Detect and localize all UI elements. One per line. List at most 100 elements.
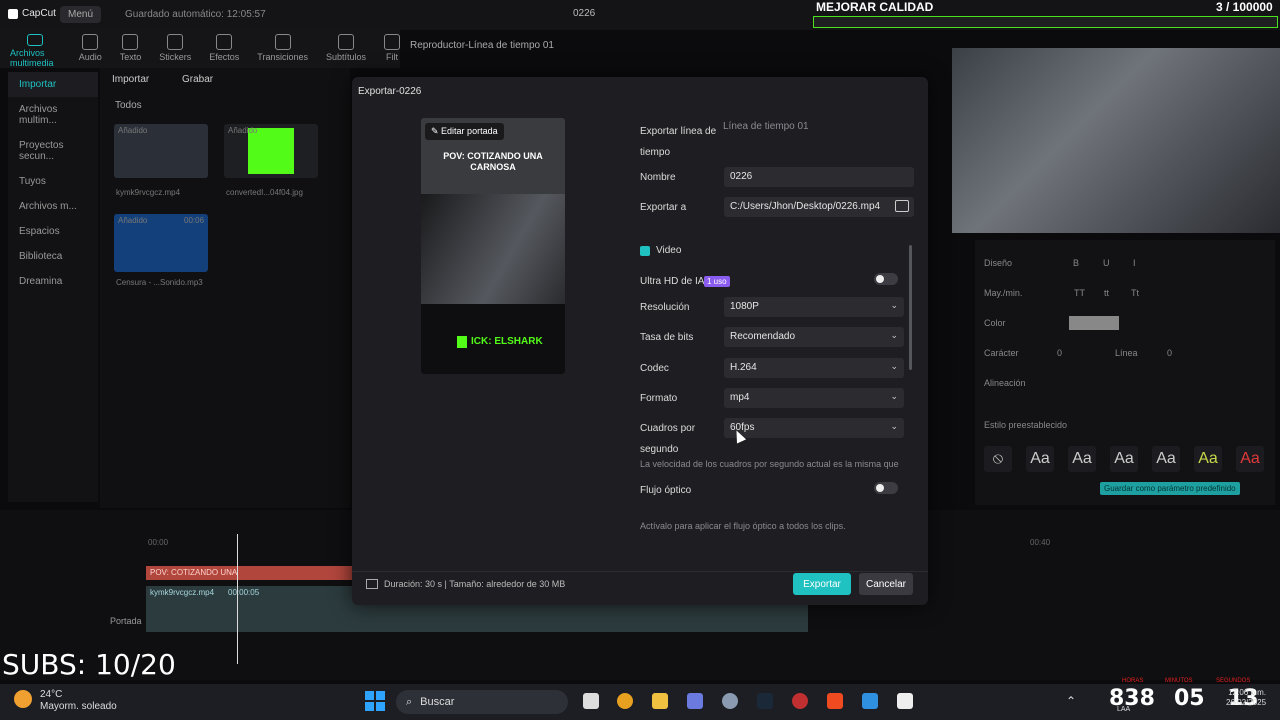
app-red-icon[interactable] xyxy=(792,693,808,709)
export-to-label: Exportar a xyxy=(640,202,687,213)
sidebar-item-subprojects[interactable]: Proyectos secun... xyxy=(8,133,98,169)
sidebar-item-spaces[interactable]: Espacios xyxy=(8,219,98,244)
name-label: Nombre xyxy=(640,172,676,183)
preset-style-2[interactable]: Aa xyxy=(1068,446,1096,472)
export-path-input[interactable]: C:/Users/Jhon/Desktop/0226.mp4 xyxy=(724,197,914,217)
case-title[interactable]: Tt xyxy=(1131,288,1139,298)
chevron-down-icon: ⌄ xyxy=(890,330,898,340)
photos-icon[interactable] xyxy=(862,693,878,709)
steam-icon[interactable] xyxy=(757,693,773,709)
preset-style-4[interactable]: Aa xyxy=(1152,446,1180,472)
chevron-down-icon: ⌄ xyxy=(890,361,898,371)
sidebar-item-library[interactable]: Biblioteca xyxy=(8,244,98,269)
stream-goal-title: MEJORAR CALIDAD xyxy=(816,0,934,14)
video-checkbox[interactable] xyxy=(640,246,650,256)
record-button[interactable]: Grabar xyxy=(182,74,213,85)
ultra-hd-label: Ultra HD de IA xyxy=(640,276,705,287)
cancel-button[interactable]: Cancelar xyxy=(859,573,913,595)
import-button[interactable]: Importar xyxy=(112,74,149,85)
tool-text[interactable]: Texto xyxy=(120,30,141,68)
weather-sun-icon[interactable] xyxy=(14,690,32,708)
folder-icon[interactable] xyxy=(895,200,909,212)
fps-label: Cuadros por xyxy=(640,423,696,434)
preset-style-1[interactable]: Aa xyxy=(1026,446,1054,472)
italic-button[interactable]: I xyxy=(1133,258,1136,268)
bitrate-select[interactable]: Recomendado ⌄ xyxy=(724,327,904,347)
tool-audio[interactable]: Audio xyxy=(79,30,102,68)
ultra-hd-toggle[interactable] xyxy=(874,273,898,285)
chevron-down-icon: ⌄ xyxy=(890,421,898,431)
optical-flow-toggle[interactable] xyxy=(874,482,898,494)
format-select[interactable]: mp4 ⌄ xyxy=(724,388,904,408)
effects-icon xyxy=(216,34,233,50)
tool-media[interactable]: Archivos multimedia xyxy=(10,30,61,68)
case-upper[interactable]: TT xyxy=(1074,288,1085,298)
tool-transitions[interactable]: Transiciones xyxy=(257,30,308,68)
task-view-icon[interactable] xyxy=(583,693,599,709)
file-explorer-icon[interactable] xyxy=(652,693,668,709)
capcut-taskbar-icon[interactable] xyxy=(897,693,913,709)
app-logo: CapCut xyxy=(8,8,56,19)
sidebar-item-import[interactable]: Importar xyxy=(8,72,98,97)
system-clock[interactable]: 12:06 p.m. 26/02/2025 xyxy=(1226,688,1266,708)
media-icon xyxy=(27,34,44,46)
export-info: Duración: 30 s | Tamaño: alrededor de 30… xyxy=(384,579,566,589)
sidebar-item-yours[interactable]: Tuyos xyxy=(8,169,98,194)
brave-icon[interactable] xyxy=(827,693,843,709)
chevron-down-icon: ⌄ xyxy=(890,300,898,310)
line-spacing-input[interactable]: 0 xyxy=(1167,348,1172,358)
export-timeline-value: Línea de tiempo 01 xyxy=(723,121,809,132)
color-swatch[interactable] xyxy=(1069,316,1119,330)
weather-widget[interactable]: 24°C Mayorm. soleado xyxy=(40,689,117,713)
app-icon[interactable] xyxy=(687,693,703,709)
chrome-icon[interactable] xyxy=(617,693,633,709)
media-thumb-label: kymk9rvcgcz.mp4 xyxy=(116,188,181,197)
dialog-scrollbar[interactable] xyxy=(909,245,912,370)
taskbar xyxy=(0,684,1280,720)
taskbar-search[interactable]: ⌕ Buscar xyxy=(396,690,568,714)
tool-subtitles[interactable]: Subtítulos xyxy=(326,30,366,68)
audio-icon xyxy=(82,34,99,50)
name-input[interactable]: 0226 xyxy=(724,167,914,187)
case-lower[interactable]: tt xyxy=(1104,288,1109,298)
preset-style-5[interactable]: Aa xyxy=(1194,446,1222,472)
capcut-logo-icon xyxy=(8,8,18,19)
preset-style-6[interactable]: Aa xyxy=(1236,446,1264,472)
save-preset-button[interactable]: Guardar como parámetro predefinido xyxy=(1100,482,1240,495)
codec-label: Codec xyxy=(640,363,669,374)
sidebar-item-files[interactable]: Archivos m... xyxy=(8,194,98,219)
tray-chevron-icon[interactable]: ⌃ xyxy=(1066,694,1076,708)
sidebar-item-dreamina[interactable]: Dreamina xyxy=(8,269,98,294)
export-button[interactable]: Exportar xyxy=(793,573,851,595)
sidebar-item-media[interactable]: Archivos multim... xyxy=(8,97,98,133)
video-section-label[interactable]: Video xyxy=(656,245,681,256)
tool-filters[interactable]: Filt xyxy=(384,30,400,68)
windows-start-icon[interactable] xyxy=(365,691,385,711)
bold-button[interactable]: B xyxy=(1073,258,1079,268)
tool-stickers[interactable]: Stickers xyxy=(159,30,191,68)
underline-button[interactable]: U xyxy=(1103,258,1110,268)
edit-cover-button[interactable]: ✎ Editar portada xyxy=(425,123,504,140)
ultra-hd-badge: 1 uso xyxy=(704,276,730,287)
resolution-select[interactable]: 1080P ⌄ xyxy=(724,297,904,317)
text-properties-panel: Diseño B U I May./min. TT tt Tt Color Ca… xyxy=(975,240,1275,505)
tool-effects[interactable]: Efectos xyxy=(209,30,239,68)
tab-all[interactable]: Todos xyxy=(115,100,142,111)
settings-icon[interactable] xyxy=(722,693,738,709)
film-icon xyxy=(366,579,378,589)
preset-style-3[interactable]: Aa xyxy=(1110,446,1138,472)
search-icon: ⌕ xyxy=(406,695,413,708)
time-start: 00:00 xyxy=(148,538,169,547)
preset-style-list: ⦸ Aa Aa Aa Aa Aa Aa xyxy=(984,446,1264,472)
autosave-status: Guardado automático: 12:05:57 xyxy=(125,9,266,20)
preset-none-icon[interactable]: ⦸ xyxy=(984,446,1012,472)
menu-button[interactable]: Menú xyxy=(60,6,102,23)
text-icon xyxy=(122,34,139,50)
cover-label[interactable]: Portada xyxy=(110,616,142,626)
text-clip[interactable]: POV: COTIZANDO UNA xyxy=(146,566,352,580)
playhead[interactable] xyxy=(237,534,238,664)
character-spacing-input[interactable]: 0 xyxy=(1057,348,1062,358)
bitrate-label: Tasa de bits xyxy=(640,332,694,343)
fps-select[interactable]: 60fps ⌄ xyxy=(724,418,904,438)
codec-select[interactable]: H.264 ⌄ xyxy=(724,358,904,378)
